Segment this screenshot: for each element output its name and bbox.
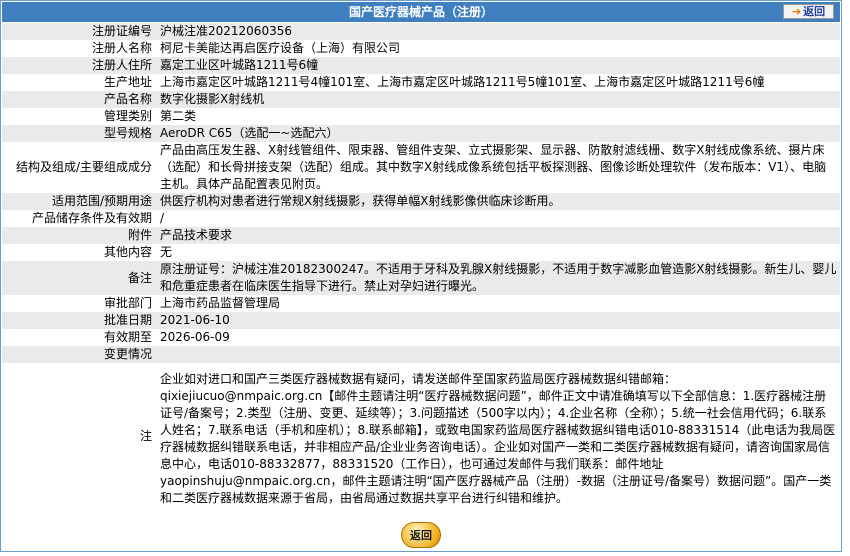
note-text: 企业如对进口和国产三类医疗器械数据有疑问，请发送邮件至国家药监局医疗器械数据纠错… [156, 363, 840, 509]
note-label: 注 [2, 363, 156, 509]
table-row: 产品名称 数字化摄影X射线机 [2, 91, 840, 108]
table-row: 管理类别 第二类 [2, 108, 840, 125]
field-value: 2021-06-10 [156, 312, 840, 329]
table-row: 注册人名称 柯尼卡美能达再启医疗设备（上海）有限公司 [2, 40, 840, 57]
field-label: 其他内容 [2, 244, 156, 261]
panel-title-text: 国产医疗器械产品（注册） [348, 5, 493, 19]
table-row: 其他内容无 [2, 244, 840, 261]
table-row: 生产地址 上海市嘉定区叶城路1211号4幢101室、上海市嘉定区叶城路1211号5… [2, 74, 840, 91]
info-table: 注册证编号 沪械注准20212060356 注册人名称 柯尼卡美能达再启医疗设备（上海… [2, 23, 840, 509]
table-row: 变更情况 [2, 346, 840, 363]
field-value: 数字化摄影X射线机 [156, 91, 840, 108]
field-label: 有效期至 [2, 329, 156, 346]
field-value: 产品技术要求 [156, 227, 840, 244]
table-row-note: 注企业如对进口和国产三类医疗器械数据有疑问，请发送邮件至国家药监局医疗器械数据纠… [2, 363, 840, 509]
field-label: 注册证编号 [2, 23, 156, 40]
field-value: / [156, 210, 840, 227]
table-row: 附件 产品技术要求 [2, 227, 840, 244]
field-label: 附件 [2, 227, 156, 244]
field-value: AeroDR C65（选配一~选配六） [156, 125, 840, 142]
arrow-right-icon: ➔ [791, 5, 802, 18]
field-label: 备注 [2, 261, 156, 295]
field-label: 管理类别 [2, 108, 156, 125]
field-value: 沪械注准20212060356 [156, 23, 840, 40]
field-value: 产品由高压发生器、X射线管组件、限束器、管组件支架、立式摄影架、显示器、防散射滤… [156, 142, 840, 193]
table-row: 适用范围/预期用途 供医疗机构对患者进行常规X射线摄影，获得单幅X射线影像供临床诊… [2, 193, 840, 210]
table-row: 型号规格 AeroDR C65（选配一~选配六） [2, 125, 840, 142]
field-label: 产品名称 [2, 91, 156, 108]
field-value: 上海市药品监督管理局 [156, 295, 840, 312]
table-row: 产品储存条件及有效期 / [2, 210, 840, 227]
table-row: 注册证编号 沪械注准20212060356 [2, 23, 840, 40]
table-row: 审批部门 上海市药品监督管理局 [2, 295, 840, 312]
field-value: 无 [156, 244, 840, 261]
field-label: 适用范围/预期用途 [2, 193, 156, 210]
field-label: 注册人住所 [2, 57, 156, 74]
field-value: 第二类 [156, 108, 840, 125]
field-value: 原注册证号：沪械注准20182300247。不适用于牙科及乳腺X射线摄影，不适用… [156, 261, 840, 295]
back-button-bottom-label: 返回 [410, 528, 432, 542]
field-value: 2026-06-09 [156, 329, 840, 346]
field-label: 产品储存条件及有效期 [2, 210, 156, 227]
table-row: 注册人住所 嘉定工业区叶城路1211号6幢 [2, 57, 840, 74]
field-value: 柯尼卡美能达再启医疗设备（上海）有限公司 [156, 40, 840, 57]
field-value: 上海市嘉定区叶城路1211号4幢101室、上海市嘉定区叶城路1211号5幢101… [156, 74, 840, 91]
table-row: 备注 原注册证号：沪械注准20182300247。不适用于牙科及乳腺X射线摄影，不… [2, 261, 840, 295]
field-label: 结构及组成/主要组成成分 [2, 142, 156, 193]
field-label: 生产地址 [2, 74, 156, 91]
field-label: 变更情况 [2, 346, 156, 363]
field-value: 嘉定工业区叶城路1211号6幢 [156, 57, 840, 74]
field-label: 注册人名称 [2, 40, 156, 57]
footer: 返回 [2, 518, 840, 551]
field-label: 型号规格 [2, 125, 156, 142]
field-label: 批准日期 [2, 312, 156, 329]
field-label: 审批部门 [2, 295, 156, 312]
back-button-top-label: 返回 [803, 5, 826, 18]
field-value [156, 346, 840, 363]
table-row: 有效期至 2026-06-09 [2, 329, 840, 346]
detail-panel: 国产医疗器械产品（注册） ➔ 返回 注册证编号 沪械注准20212060356 注册… [0, 0, 842, 552]
table-row: 结构及组成/主要组成成分 产品由高压发生器、X射线管组件、限束器、管组件支架、立式… [2, 142, 840, 193]
field-value: 供医疗机构对患者进行常规X射线摄影，获得单幅X射线影像供临床诊断用。 [156, 193, 840, 210]
back-button-bottom[interactable]: 返回 [401, 521, 441, 548]
back-button-top[interactable]: ➔ 返回 [783, 4, 834, 19]
table-row: 批准日期 2021-06-10 [2, 312, 840, 329]
panel-title: 国产医疗器械产品（注册） ➔ 返回 [2, 2, 840, 22]
